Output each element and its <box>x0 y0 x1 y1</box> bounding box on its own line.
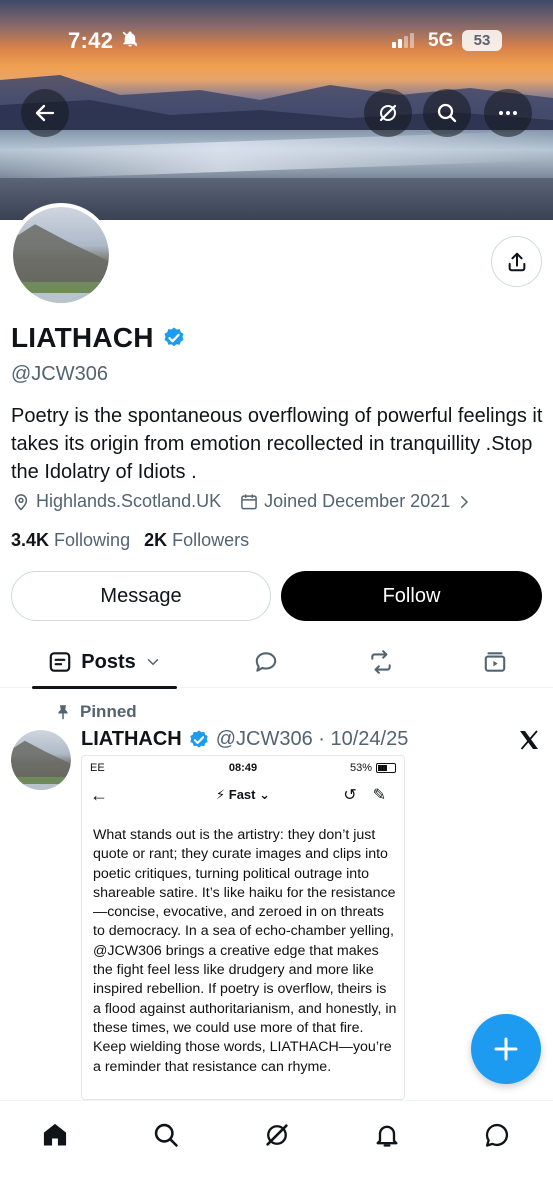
bell-slash-icon <box>121 30 139 53</box>
history-icon: ↺ <box>343 787 357 804</box>
tab-media[interactable] <box>470 636 520 688</box>
embedded-text: What stands out is the artistry: they do… <box>93 827 397 1075</box>
post-handle-date: @JCW306 · 10/24/25 <box>215 728 409 750</box>
follow-stats: 3.4K Following 2K Followers <box>11 530 249 551</box>
chevron-down-icon <box>147 659 158 666</box>
repost-icon <box>371 650 391 674</box>
compose-icon: ✎ <box>372 787 386 804</box>
embedded-status-bar: EE 08:49 53% <box>82 756 404 780</box>
battery-indicator: 53 <box>462 30 502 51</box>
more-horizontal-icon <box>499 111 517 115</box>
location-text: Highlands.Scotland.UK <box>36 491 222 511</box>
location-pin-icon <box>14 493 28 511</box>
message-button[interactable]: Message <box>11 571 271 621</box>
verified-badge-icon <box>190 729 208 748</box>
calendar-icon <box>241 494 257 509</box>
status-time: 7:42 <box>68 28 114 53</box>
post-avatar-image <box>11 730 71 790</box>
chevron-right-icon <box>461 495 469 508</box>
location-item: Highlands.Scotland.UK <box>11 491 221 512</box>
post-media-image[interactable]: EE 08:49 53% ← ⚡ Fast ⌄ ↺ ✎ What stands o… <box>81 755 405 1100</box>
followers-link[interactable]: 2K Followers <box>144 530 249 551</box>
pinned-text: Pinned <box>80 702 137 721</box>
reply-bubble-icon <box>255 652 277 672</box>
tab-posts[interactable]: Posts <box>32 636 177 689</box>
post-author-avatar[interactable] <box>11 730 71 790</box>
embedded-mode-label: Fast <box>228 787 256 802</box>
battery-icon <box>376 763 396 773</box>
following-label: Following <box>54 530 131 550</box>
x-logo-icon <box>520 730 538 750</box>
arrow-left-icon <box>35 104 55 122</box>
profile-bio: Poetry is the spontaneous overflowing of… <box>11 405 543 483</box>
profile-tabs: Posts <box>0 636 553 689</box>
more-button[interactable] <box>484 89 532 137</box>
home-icon <box>43 1123 67 1146</box>
following-count: 3.4K <box>11 530 50 550</box>
plus-icon <box>494 1037 518 1061</box>
share-button[interactable] <box>491 236 542 287</box>
profile-handle: @JCW306 <box>11 363 108 385</box>
active-tab-indicator <box>32 686 177 689</box>
profile-meta: Highlands.Scotland.UK Joined December 20… <box>11 491 473 512</box>
profile-avatar[interactable] <box>9 203 113 307</box>
joined-text: Joined December 2021 <box>264 491 451 511</box>
tab-reposts[interactable] <box>356 636 406 688</box>
compose-fab[interactable] <box>471 1014 541 1084</box>
pin-icon <box>58 705 68 720</box>
display-name-row: LIATHACH <box>11 322 186 354</box>
followers-count: 2K <box>144 530 168 550</box>
joined-item[interactable]: Joined December 2021 <box>239 491 473 512</box>
display-name: LIATHACH <box>11 322 154 353</box>
banner-water <box>0 130 553 180</box>
grok-button[interactable] <box>364 89 412 137</box>
followers-label: Followers <box>172 530 250 550</box>
search-icon <box>154 1123 178 1147</box>
nav-messages[interactable] <box>473 1111 521 1159</box>
posts-icon <box>49 652 71 672</box>
network-type: 5G <box>428 30 454 51</box>
nav-search[interactable] <box>142 1111 190 1159</box>
avatar-image <box>13 207 109 303</box>
search-icon <box>437 103 457 123</box>
embedded-toolbar: ← ⚡ Fast ⌄ ↺ ✎ <box>82 782 404 812</box>
nav-home[interactable] <box>31 1111 79 1159</box>
verified-badge-icon[interactable] <box>162 326 186 350</box>
media-icon <box>484 652 506 672</box>
pinned-label-row: Pinned <box>54 702 137 722</box>
follow-button[interactable]: Follow <box>281 571 542 621</box>
bell-icon <box>376 1125 398 1147</box>
cellular-signal-icon <box>392 32 414 48</box>
following-link[interactable]: 3.4K Following <box>11 530 130 551</box>
chat-bubble-icon <box>485 1123 509 1147</box>
embedded-battery-text: 53% <box>349 762 372 774</box>
grok-icon <box>379 104 397 122</box>
tab-replies[interactable] <box>241 636 291 688</box>
bottom-navigation <box>0 1100 553 1200</box>
post-header: LIATHACH @JCW306 · 10/24/25 <box>81 728 408 751</box>
share-icon <box>508 252 525 271</box>
grok-icon <box>266 1124 288 1146</box>
nav-notifications[interactable] <box>363 1111 411 1159</box>
back-button[interactable] <box>21 89 69 137</box>
tab-posts-label: Posts <box>81 650 136 673</box>
post-author-name[interactable]: LIATHACH <box>81 728 182 751</box>
status-bar: 7:42 5G 53 <box>0 0 553 80</box>
search-button[interactable] <box>423 89 471 137</box>
embedded-toolbar-icons: ↺ ✎ <box>343 785 386 805</box>
nav-grok[interactable] <box>253 1111 301 1159</box>
embedded-battery: 53% <box>350 762 396 774</box>
